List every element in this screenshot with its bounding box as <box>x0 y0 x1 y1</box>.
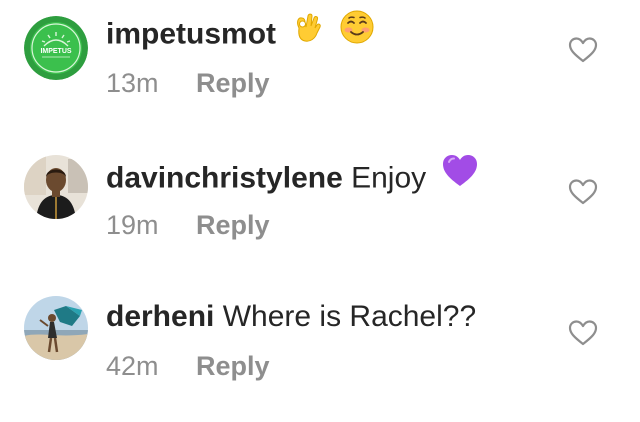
profile-photo <box>24 296 88 360</box>
reply-button[interactable]: Reply <box>196 66 270 100</box>
comment-text: Where is Rachel?? <box>222 300 477 333</box>
comment-text: Enjoy <box>351 161 427 195</box>
comment-meta: 13m Reply <box>106 66 270 100</box>
comment-meta: 19m Reply <box>106 208 270 242</box>
reply-button[interactable]: Reply <box>196 208 270 242</box>
ok-hand-emoji <box>290 10 324 55</box>
smiling-blush-emoji <box>339 9 375 56</box>
like-heart-icon[interactable] <box>568 319 598 347</box>
username[interactable]: impetusmot <box>106 17 276 50</box>
purple-heart-emoji <box>441 153 479 200</box>
avatar-logo-text: IMPETUS <box>40 48 71 55</box>
timestamp: 42m <box>106 351 159 381</box>
comment-body: derheni Where is Rachel?? <box>106 297 476 337</box>
comment-item: davinchristylene Enjoy 19m Reply <box>0 141 640 281</box>
timestamp: 13m <box>106 68 159 98</box>
timestamp: 19m <box>106 210 159 240</box>
avatar[interactable] <box>24 155 88 219</box>
comment-item: derheni Where is Rachel?? 42m Reply <box>0 282 640 422</box>
comment-item: IMPETUS impetusmot 13m Reply <box>0 0 640 140</box>
username[interactable]: derheni <box>106 300 214 333</box>
comment-body: davinchristylene Enjoy <box>106 153 479 203</box>
avatar[interactable]: IMPETUS <box>24 16 88 80</box>
username[interactable]: davinchristylene <box>106 161 343 194</box>
like-heart-icon[interactable] <box>568 178 598 206</box>
reply-button[interactable]: Reply <box>196 349 270 383</box>
avatar[interactable] <box>24 296 88 360</box>
impetus-logo-icon: IMPETUS <box>24 16 88 80</box>
comment-meta: 42m Reply <box>106 349 270 383</box>
profile-photo <box>24 155 88 219</box>
like-heart-icon[interactable] <box>568 36 598 64</box>
comment-body: impetusmot <box>106 9 375 59</box>
